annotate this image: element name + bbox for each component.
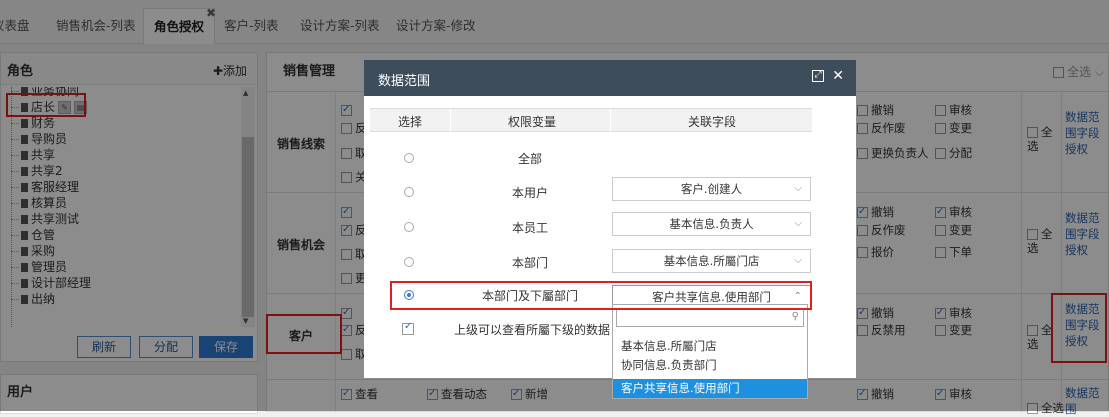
column-header: 权限变量 bbox=[508, 115, 557, 129]
field-select[interactable]: 基本信息.所屬门店 ⌵ bbox=[612, 249, 811, 273]
field-select-value: 基本信息.负责人 bbox=[669, 217, 754, 231]
scope-variable: 本员工 bbox=[511, 221, 548, 235]
dropdown-search-input[interactable]: ⚲ bbox=[616, 309, 804, 327]
dropdown-option-selected[interactable]: 客户共享信息.使用部门 bbox=[613, 379, 807, 398]
highlight-box bbox=[390, 281, 812, 310]
divider bbox=[450, 109, 451, 133]
column-header: 选择 bbox=[398, 115, 423, 129]
scope-variable: 本用户 bbox=[511, 186, 548, 200]
table-header: 选择 权限变量 关联字段 bbox=[370, 108, 812, 133]
divider bbox=[610, 109, 611, 133]
chevron-down-icon: ⌵ bbox=[794, 183, 802, 194]
close-icon[interactable]: ✕ bbox=[832, 68, 844, 84]
scope-variable: 全部 bbox=[517, 152, 542, 166]
chevron-down-icon: ⌵ bbox=[794, 218, 802, 229]
search-icon: ⚲ bbox=[791, 311, 799, 322]
radio-button[interactable] bbox=[404, 187, 414, 197]
radio-button[interactable] bbox=[404, 222, 414, 232]
dropdown-option[interactable]: 协同信息.负责部门 bbox=[613, 356, 807, 375]
checkbox-checked[interactable] bbox=[402, 321, 414, 335]
column-header: 关联字段 bbox=[688, 115, 737, 129]
radio-button[interactable] bbox=[404, 257, 414, 267]
field-select-value: 客户.创建人 bbox=[680, 182, 743, 196]
dropdown-option[interactable]: 基本信息.所屬门店 bbox=[613, 337, 807, 356]
data-scope-dialog: 数据范围 ⤢ ✕ 选择 权限变量 关联字段 全部 本用户 客户.创建人 ⌵ 本员工… bbox=[364, 60, 856, 399]
dialog-title: 数据范围 bbox=[378, 74, 431, 89]
dialog-header: 数据范围 ⤢ ✕ bbox=[364, 60, 856, 96]
field-select[interactable]: 基本信息.负责人 ⌵ bbox=[612, 212, 811, 236]
field-dropdown: ⚲ 基本信息.所屬门店 协同信息.负责部门 客户共享信息.使用部门 bbox=[612, 304, 808, 399]
field-select[interactable]: 客户.创建人 ⌵ bbox=[612, 177, 811, 201]
maximize-icon[interactable]: ⤢ bbox=[812, 70, 824, 82]
radio-button[interactable] bbox=[404, 153, 414, 163]
checkbox-label: 上级可以查看所屬下级的数据 bbox=[454, 323, 611, 337]
scope-variable: 本部门 bbox=[511, 256, 548, 270]
field-select-value: 基本信息.所屬门店 bbox=[663, 254, 760, 268]
chevron-down-icon: ⌵ bbox=[794, 255, 802, 266]
